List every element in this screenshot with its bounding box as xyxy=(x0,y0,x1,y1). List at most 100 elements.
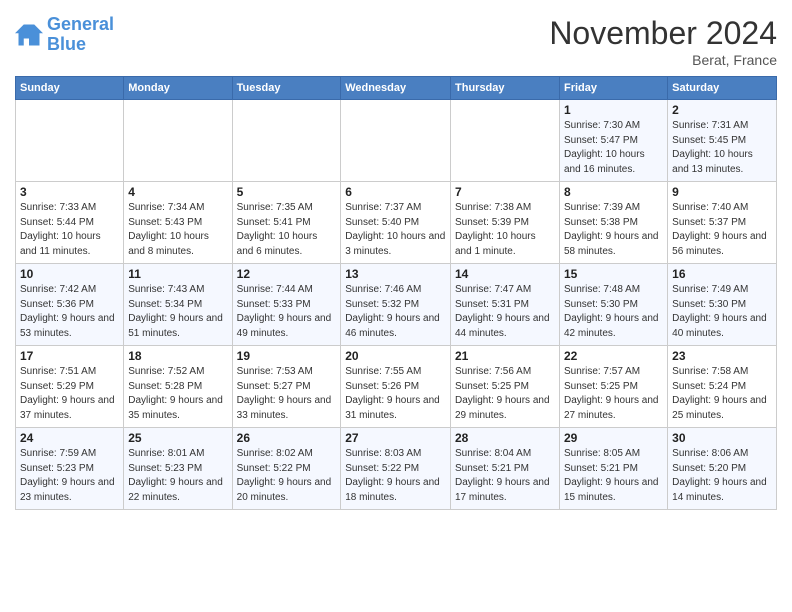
day-info: Sunrise: 7:31 AMSunset: 5:45 PMDaylight:… xyxy=(672,119,772,177)
day-info: Sunrise: 8:03 AMSunset: 5:22 PMDaylight:… xyxy=(345,447,446,505)
day-info: Sunrise: 7:43 AMSunset: 5:34 PMDaylight:… xyxy=(128,283,227,341)
calendar-cell: 12 Sunrise: 7:44 AMSunset: 5:33 PMDayligh… xyxy=(232,264,341,346)
day-info: Sunrise: 7:59 AMSunset: 5:23 PMDaylight:… xyxy=(20,447,119,505)
logo-line1: General xyxy=(47,14,114,34)
day-info: Sunrise: 7:55 AMSunset: 5:26 PMDaylight:… xyxy=(345,365,446,423)
calendar-cell: 10 Sunrise: 7:42 AMSunset: 5:36 PMDayligh… xyxy=(16,264,124,346)
calendar-cell: 29 Sunrise: 8:05 AMSunset: 5:21 PMDayligh… xyxy=(559,428,667,510)
day-info: Sunrise: 7:58 AMSunset: 5:24 PMDaylight:… xyxy=(672,365,772,423)
calendar-cell: 26 Sunrise: 8:02 AMSunset: 5:22 PMDayligh… xyxy=(232,428,341,510)
day-number: 8 xyxy=(564,185,663,199)
day-number: 4 xyxy=(128,185,227,199)
calendar-cell: 27Sunrise: 8:03 AMSunset: 5:22 PMDayligh… xyxy=(341,428,451,510)
day-number: 6 xyxy=(345,185,446,199)
logo-icon xyxy=(15,21,43,49)
day-info: Sunrise: 7:42 AMSunset: 5:36 PMDaylight:… xyxy=(20,283,119,341)
logo-text: General Blue xyxy=(47,15,114,55)
calendar-cell: 21Sunrise: 7:56 AMSunset: 5:25 PMDayligh… xyxy=(451,346,560,428)
calendar-cell xyxy=(451,100,560,182)
day-number: 3 xyxy=(20,185,119,199)
day-info: Sunrise: 8:04 AMSunset: 5:21 PMDaylight:… xyxy=(455,447,555,505)
day-number: 12 xyxy=(237,267,337,281)
day-info: Sunrise: 7:56 AMSunset: 5:25 PMDaylight:… xyxy=(455,365,555,423)
header-monday: Monday xyxy=(124,77,232,100)
header-sunday: Sunday xyxy=(16,77,124,100)
title-block: November 2024 Berat, France xyxy=(549,15,777,68)
calendar-cell: 6 Sunrise: 7:37 AMSunset: 5:40 PMDaylight… xyxy=(341,182,451,264)
calendar-week-3: 10 Sunrise: 7:42 AMSunset: 5:36 PMDayligh… xyxy=(16,264,777,346)
day-info: Sunrise: 7:57 AMSunset: 5:25 PMDaylight:… xyxy=(564,365,663,423)
day-info: Sunrise: 7:51 AMSunset: 5:29 PMDaylight:… xyxy=(20,365,119,423)
calendar-cell: 22Sunrise: 7:57 AMSunset: 5:25 PMDayligh… xyxy=(559,346,667,428)
logo: General Blue xyxy=(15,15,114,55)
day-number: 23 xyxy=(672,349,772,363)
day-number: 25 xyxy=(128,431,227,445)
calendar-cell: 17 Sunrise: 7:51 AMSunset: 5:29 PMDayligh… xyxy=(16,346,124,428)
day-info: Sunrise: 7:39 AMSunset: 5:38 PMDaylight:… xyxy=(564,201,663,259)
day-number: 10 xyxy=(20,267,119,281)
calendar-cell: 23 Sunrise: 7:58 AMSunset: 5:24 PMDayligh… xyxy=(668,346,777,428)
day-number: 28 xyxy=(455,431,555,445)
calendar-cell: 11 Sunrise: 7:43 AMSunset: 5:34 PMDayligh… xyxy=(124,264,232,346)
page-header: General Blue November 2024 Berat, France xyxy=(15,15,777,68)
day-number: 30 xyxy=(672,431,772,445)
header-tuesday: Tuesday xyxy=(232,77,341,100)
calendar-cell xyxy=(341,100,451,182)
day-number: 20 xyxy=(345,349,446,363)
calendar-cell xyxy=(232,100,341,182)
calendar-cell: 15 Sunrise: 7:48 AMSunset: 5:30 PMDayligh… xyxy=(559,264,667,346)
calendar-cell: 13Sunrise: 7:46 AMSunset: 5:32 PMDayligh… xyxy=(341,264,451,346)
day-number: 19 xyxy=(237,349,337,363)
day-info: Sunrise: 8:05 AMSunset: 5:21 PMDaylight:… xyxy=(564,447,663,505)
calendar-cell: 16 Sunrise: 7:49 AMSunset: 5:30 PMDayligh… xyxy=(668,264,777,346)
day-info: Sunrise: 7:44 AMSunset: 5:33 PMDaylight:… xyxy=(237,283,337,341)
day-info: Sunrise: 7:30 AMSunset: 5:47 PMDaylight:… xyxy=(564,119,663,177)
calendar-cell: 5 Sunrise: 7:35 AMSunset: 5:41 PMDaylight… xyxy=(232,182,341,264)
calendar-cell: 7Sunrise: 7:38 AMSunset: 5:39 PMDaylight… xyxy=(451,182,560,264)
day-info: Sunrise: 7:47 AMSunset: 5:31 PMDaylight:… xyxy=(455,283,555,341)
day-number: 29 xyxy=(564,431,663,445)
day-info: Sunrise: 7:33 AMSunset: 5:44 PMDaylight:… xyxy=(20,201,119,259)
header-saturday: Saturday xyxy=(668,77,777,100)
calendar-cell: 9 Sunrise: 7:40 AMSunset: 5:37 PMDaylight… xyxy=(668,182,777,264)
day-number: 2 xyxy=(672,103,772,117)
day-number: 17 xyxy=(20,349,119,363)
day-info: Sunrise: 8:01 AMSunset: 5:23 PMDaylight:… xyxy=(128,447,227,505)
day-info: Sunrise: 7:49 AMSunset: 5:30 PMDaylight:… xyxy=(672,283,772,341)
day-info: Sunrise: 7:34 AMSunset: 5:43 PMDaylight:… xyxy=(128,201,227,259)
day-info: Sunrise: 7:53 AMSunset: 5:27 PMDaylight:… xyxy=(237,365,337,423)
day-info: Sunrise: 7:48 AMSunset: 5:30 PMDaylight:… xyxy=(564,283,663,341)
calendar-week-4: 17 Sunrise: 7:51 AMSunset: 5:29 PMDayligh… xyxy=(16,346,777,428)
day-number: 1 xyxy=(564,103,663,117)
day-number: 18 xyxy=(128,349,227,363)
day-info: Sunrise: 7:46 AMSunset: 5:32 PMDaylight:… xyxy=(345,283,446,341)
calendar-cell: 25 Sunrise: 8:01 AMSunset: 5:23 PMDayligh… xyxy=(124,428,232,510)
day-number: 16 xyxy=(672,267,772,281)
day-number: 9 xyxy=(672,185,772,199)
calendar-week-1: 1 Sunrise: 7:30 AMSunset: 5:47 PMDaylight… xyxy=(16,100,777,182)
location-label: Berat, France xyxy=(549,52,777,68)
day-info: Sunrise: 7:38 AMSunset: 5:39 PMDaylight:… xyxy=(455,201,555,259)
calendar-cell: 1 Sunrise: 7:30 AMSunset: 5:47 PMDaylight… xyxy=(559,100,667,182)
calendar-cell: 18Sunrise: 7:52 AMSunset: 5:28 PMDayligh… xyxy=(124,346,232,428)
weekday-header-row: Sunday Monday Tuesday Wednesday Thursday… xyxy=(16,77,777,100)
day-number: 15 xyxy=(564,267,663,281)
day-info: Sunrise: 7:40 AMSunset: 5:37 PMDaylight:… xyxy=(672,201,772,259)
calendar-cell: 24 Sunrise: 7:59 AMSunset: 5:23 PMDayligh… xyxy=(16,428,124,510)
day-number: 26 xyxy=(237,431,337,445)
calendar-cell xyxy=(124,100,232,182)
calendar-cell: 8 Sunrise: 7:39 AMSunset: 5:38 PMDaylight… xyxy=(559,182,667,264)
day-number: 14 xyxy=(455,267,555,281)
logo-line2: Blue xyxy=(47,34,86,54)
header-wednesday: Wednesday xyxy=(341,77,451,100)
day-number: 11 xyxy=(128,267,227,281)
calendar-cell: 19 Sunrise: 7:53 AMSunset: 5:27 PMDayligh… xyxy=(232,346,341,428)
calendar-cell: 4 Sunrise: 7:34 AMSunset: 5:43 PMDaylight… xyxy=(124,182,232,264)
day-number: 5 xyxy=(237,185,337,199)
calendar-table: Sunday Monday Tuesday Wednesday Thursday… xyxy=(15,76,777,510)
day-number: 24 xyxy=(20,431,119,445)
calendar-cell: 2 Sunrise: 7:31 AMSunset: 5:45 PMDaylight… xyxy=(668,100,777,182)
day-info: Sunrise: 7:35 AMSunset: 5:41 PMDaylight:… xyxy=(237,201,337,259)
day-info: Sunrise: 8:02 AMSunset: 5:22 PMDaylight:… xyxy=(237,447,337,505)
day-info: Sunrise: 7:37 AMSunset: 5:40 PMDaylight:… xyxy=(345,201,446,259)
